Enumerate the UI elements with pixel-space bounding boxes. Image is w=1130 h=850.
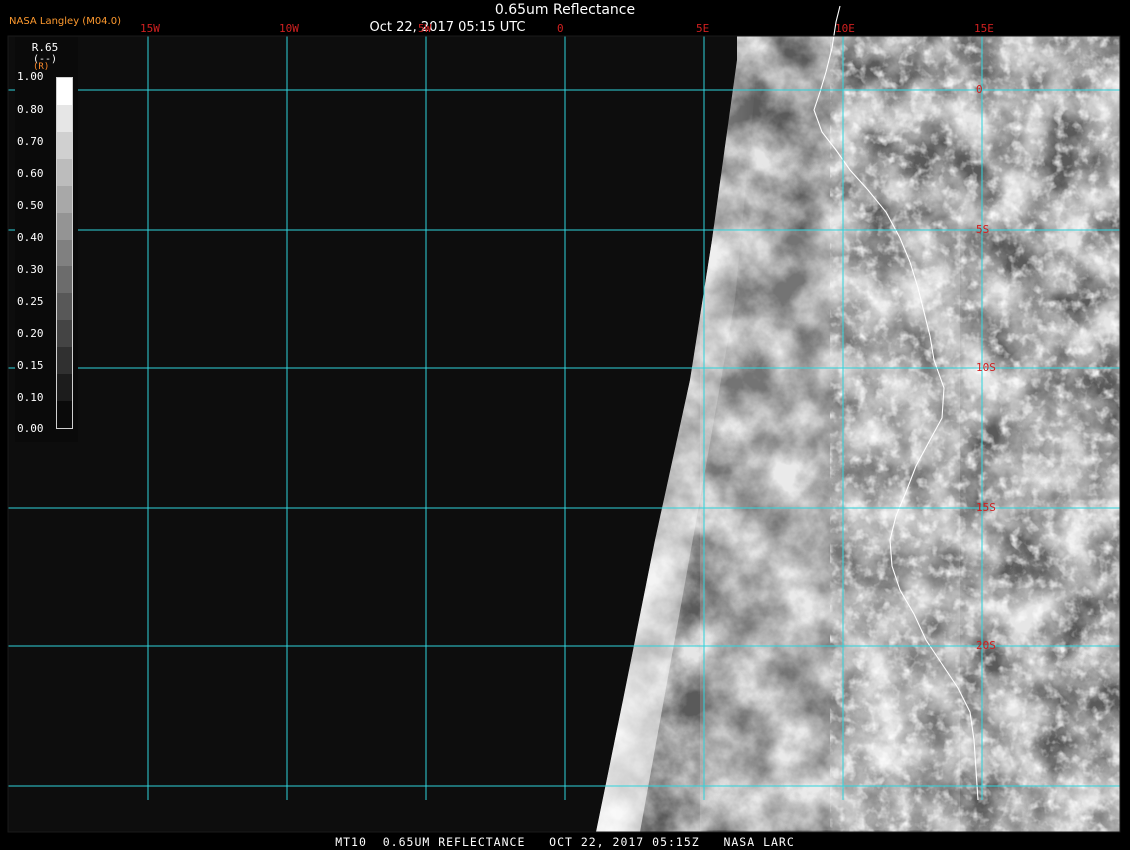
legend-value-label: 0.20 bbox=[17, 327, 44, 340]
legend-title: R.65 bbox=[31, 41, 59, 54]
satellite-image-panel: 0.65um Reflectance Oct 22, 2017 05:15 UT… bbox=[0, 0, 1130, 850]
latitude-label: 15S bbox=[976, 501, 996, 514]
image-title: 0.65um Reflectance bbox=[494, 2, 636, 18]
legend-swatch bbox=[57, 104, 72, 133]
legend-value-label: 0.30 bbox=[17, 263, 44, 276]
latitude-label: 5S bbox=[976, 223, 990, 236]
legend-value-label: 0.40 bbox=[17, 231, 44, 244]
legend-value-label: 0.50 bbox=[17, 199, 44, 212]
legend-swatch bbox=[57, 78, 72, 106]
legend-value-label: 0.00 bbox=[17, 422, 44, 435]
legend-swatch bbox=[57, 320, 72, 348]
legend-swatch bbox=[57, 347, 72, 375]
legend-value-label: 0.25 bbox=[17, 295, 44, 308]
latitude-label: 10S bbox=[976, 361, 996, 374]
legend-swatch bbox=[57, 266, 72, 294]
legend-swatch bbox=[57, 212, 72, 241]
image-timestamp: Oct 22, 2017 05:15 UTC bbox=[369, 20, 526, 35]
legend-value-label: 1.00 bbox=[17, 70, 44, 83]
legend-swatch bbox=[57, 158, 72, 187]
legend-value-label: 0.60 bbox=[17, 167, 44, 180]
longitude-label: 15W bbox=[140, 22, 160, 35]
latitude-label: 0 bbox=[976, 83, 983, 96]
longitude-label: 10W bbox=[279, 22, 299, 35]
legend-value-label: 0.80 bbox=[17, 103, 44, 116]
legend-swatch bbox=[57, 293, 72, 321]
legend-value-label: 0.15 bbox=[17, 359, 44, 372]
legend-value-label: 0.70 bbox=[17, 135, 44, 148]
latitude-label: 20S bbox=[976, 639, 996, 652]
legend-swatch bbox=[57, 185, 72, 214]
longitude-label: 10E bbox=[835, 22, 855, 35]
legend-color-bar bbox=[56, 77, 73, 429]
longitude-label: 5W bbox=[418, 22, 432, 35]
reflectance-map bbox=[7, 5, 1121, 833]
longitude-label: 5E bbox=[696, 22, 710, 35]
legend-swatch bbox=[57, 239, 72, 267]
legend-value-label: 0.10 bbox=[17, 391, 44, 404]
producer-label: NASA Langley (M04.0) bbox=[9, 16, 121, 27]
longitude-label: 15E bbox=[974, 22, 994, 35]
legend-swatch bbox=[57, 401, 72, 429]
color-scale-legend: R.65 (--) (R) 1.00 0.80 0.70 0.60 0.50 0.40 0.… bbox=[15, 37, 78, 442]
legend-swatch bbox=[57, 131, 72, 160]
legend-swatch bbox=[57, 374, 72, 402]
image-caption: MT10 0.65UM REFLECTANCE OCT 22, 2017 05:… bbox=[335, 835, 795, 849]
longitude-label: 0 bbox=[557, 22, 564, 35]
convective-clouds bbox=[830, 36, 1120, 832]
